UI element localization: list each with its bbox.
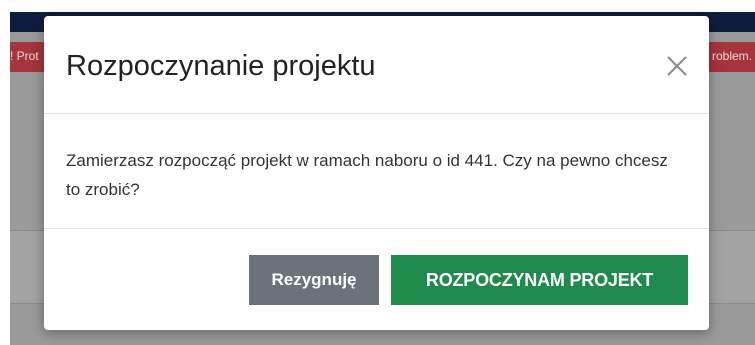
dialog-header: Rozpoczynanie projektu	[44, 16, 709, 114]
alert-banner-text-left: ! Prot	[10, 49, 39, 63]
close-button[interactable]	[665, 54, 689, 78]
cancel-button[interactable]: Rezygnuję	[249, 255, 379, 305]
dialog-body: Zamierzasz rozpocząć projekt w ramach na…	[44, 114, 709, 229]
start-project-button[interactable]: ROZPOCZYNAM PROJEKT	[391, 255, 688, 305]
close-icon	[667, 56, 687, 76]
dialog-title: Rozpoczynanie projektu	[66, 50, 376, 82]
dialog-footer: Rezygnuję ROZPOCZYNAM PROJEKT	[44, 229, 709, 330]
start-project-dialog: Rozpoczynanie projektu Zamierzasz rozpoc…	[44, 16, 709, 330]
dialog-message: Zamierzasz rozpocząć projekt w ramach na…	[66, 151, 668, 199]
alert-banner-text-right: roblem.	[711, 49, 752, 63]
